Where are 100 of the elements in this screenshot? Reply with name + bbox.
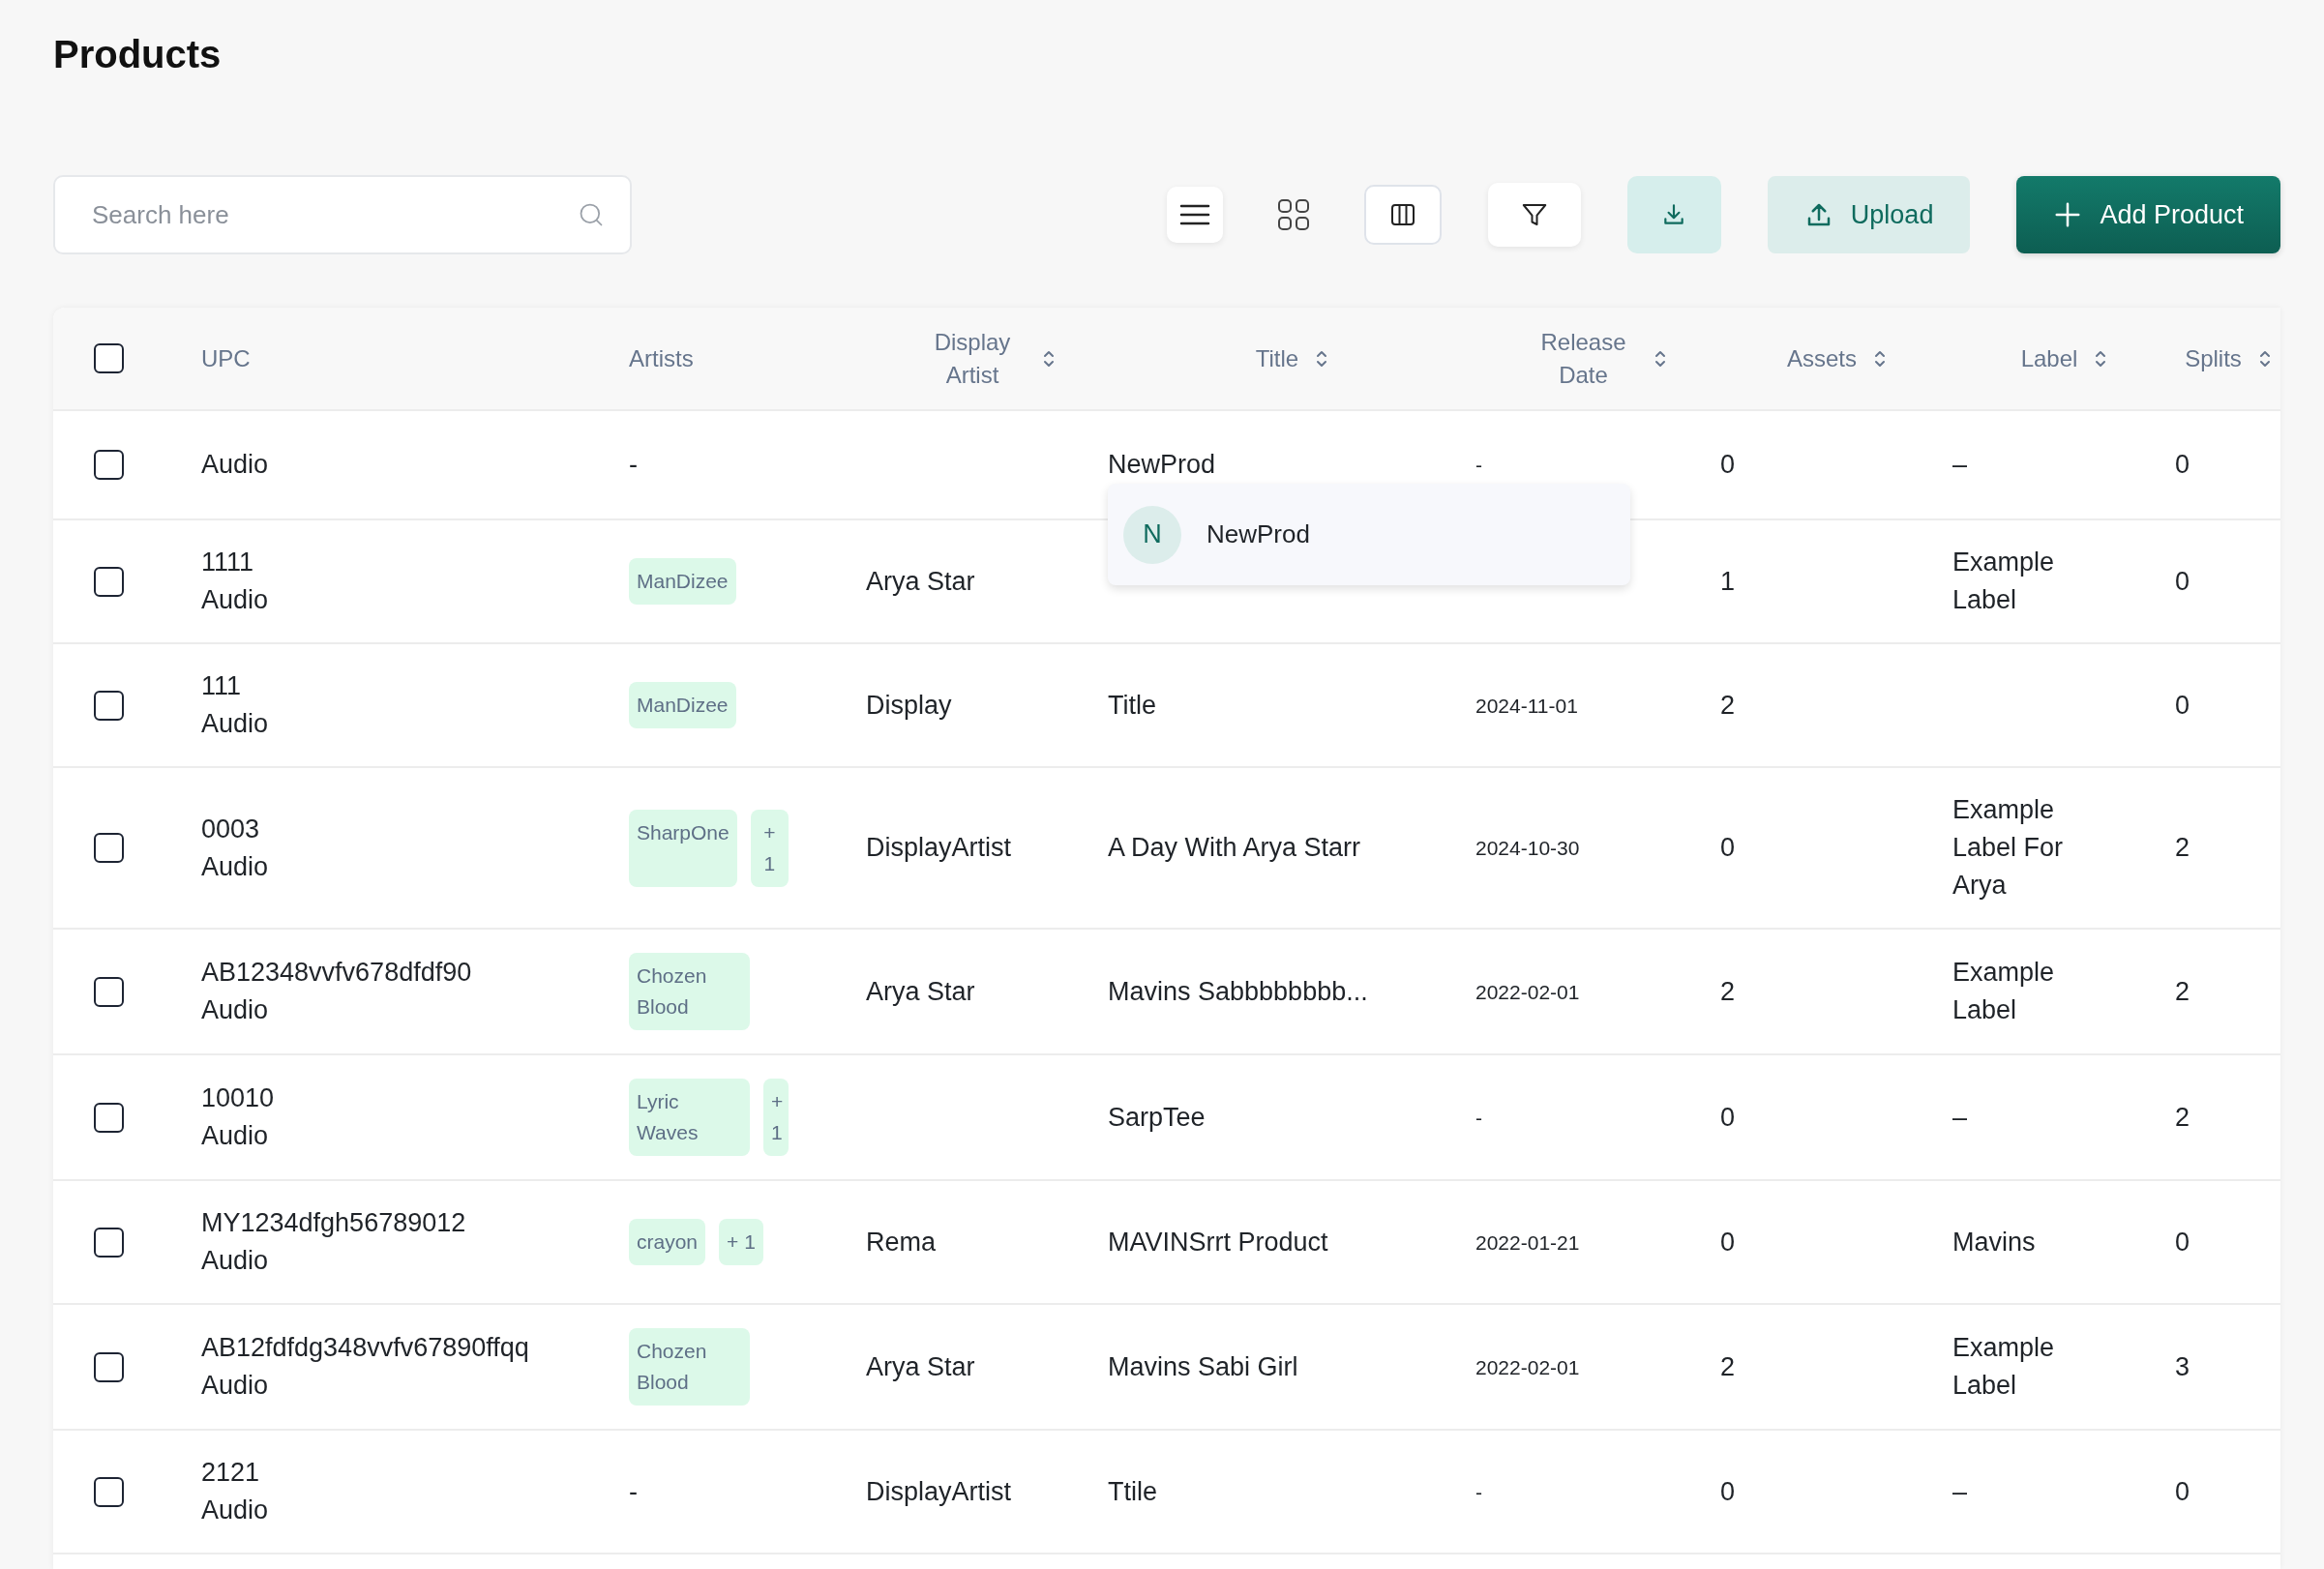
column-header: Assets — [1787, 343, 1857, 373]
table-cell-text: 2 — [2175, 975, 2191, 1008]
table-cell-text: 0 — [2175, 449, 2191, 481]
table-cell-text: Display — [866, 689, 953, 722]
column-header: Artists — [629, 343, 694, 373]
table-cell-text: – — [1952, 449, 1969, 481]
popup-text: NewProd — [1207, 519, 1310, 549]
artist-tag: Lyric Waves — [629, 1079, 750, 1156]
table-cell-text: 0 — [1720, 832, 1737, 864]
sort-icon[interactable] — [2095, 348, 2107, 369]
table-cell-text: Mavins — [1952, 1226, 2037, 1258]
table-cell-text: DisplayArtist — [866, 832, 1013, 864]
product-type: Audio — [201, 1370, 270, 1402]
table-cell-text: Example Label — [1952, 547, 2056, 616]
search-icon — [578, 201, 605, 228]
column-header: Display Artist — [933, 327, 1012, 390]
more-tag: + 1 — [763, 1079, 789, 1156]
more-tag: + 1 — [750, 809, 789, 887]
table-cell-text: Rema — [866, 1226, 938, 1258]
table-cell-text: 2 — [2175, 1101, 2191, 1134]
upc-text: AB12fdfdg348vvfv67890ffqq — [201, 1332, 530, 1364]
table-cell-text: Title — [1108, 689, 1157, 722]
table-cell-text: 2022-02-01 — [1475, 979, 1581, 1005]
more-tag: + 1 — [719, 1219, 763, 1265]
product-type: Audio — [201, 1120, 270, 1152]
table-cell-text: Arya Star — [866, 1350, 976, 1383]
product-type: Audio — [201, 584, 270, 616]
table-cell-text: DisplayArtist — [866, 1475, 1013, 1508]
table-cell-text: - — [1475, 1479, 1483, 1505]
artist-tag: Chozen Blood — [629, 953, 750, 1030]
columns-icon — [1389, 203, 1415, 226]
checkbox[interactable] — [94, 1227, 124, 1258]
search-field[interactable]: Search here — [53, 175, 632, 254]
column-header: Splits — [2185, 343, 2242, 373]
menu-icon — [1178, 203, 1210, 226]
checkbox[interactable] — [94, 566, 124, 597]
table-cell-text: 2024-11-01 — [1475, 693, 1579, 719]
table-cell-text: 3 — [2175, 1350, 2191, 1383]
checkbox[interactable] — [94, 833, 124, 863]
table-cell-text: A Day With Arya Starr — [1108, 832, 1362, 864]
table-cell-text: Example Label For Arya — [1952, 794, 2065, 902]
table-cell-text: 0 — [1720, 1475, 1737, 1508]
list-view-button[interactable] — [1166, 187, 1223, 243]
table-cell-text: Mavins Sabi Girl — [1108, 1350, 1299, 1383]
table-cell-text: Example Label — [1952, 1332, 2056, 1402]
columns-button[interactable] — [1363, 185, 1442, 245]
avatar: N — [1123, 505, 1181, 564]
upc-text: 2121 — [201, 1457, 261, 1489]
sort-icon[interactable] — [1043, 348, 1055, 369]
upload-button[interactable]: Upload — [1767, 176, 1971, 253]
checkbox[interactable] — [94, 976, 124, 1007]
checkbox[interactable] — [94, 343, 124, 373]
artist-tag: Chozen Blood — [629, 1328, 750, 1406]
artist-tag: crayon — [629, 1219, 706, 1265]
checkbox[interactable] — [94, 450, 124, 480]
filter-button[interactable] — [1487, 183, 1581, 247]
artist-tag: SharpOne — [629, 809, 737, 887]
column-header: Label — [2020, 343, 2078, 373]
sort-icon[interactable] — [1654, 348, 1666, 369]
table-cell-text: 2 — [1720, 975, 1737, 1008]
table-cell-text: 2 — [1720, 1350, 1737, 1383]
table-cell-text: 0 — [1720, 1101, 1737, 1134]
table-cell-text: Arya Star — [866, 565, 976, 598]
add-product-button[interactable]: Add Product — [2016, 176, 2280, 253]
table-cell-text: Ttile — [1108, 1475, 1158, 1508]
table-cell-text: 0 — [1720, 1226, 1737, 1258]
table-cell-text: 0 — [2175, 689, 2191, 722]
table-cell-text: MAVINSrrt Product — [1108, 1226, 1329, 1258]
page-title: Products — [53, 33, 223, 76]
table-cell-text: - — [629, 449, 639, 481]
checkbox[interactable] — [94, 1102, 124, 1133]
table-cell-text: 2024-10-30 — [1475, 836, 1581, 861]
table-cell-text: 0 — [2175, 565, 2191, 598]
table-cell-text: Arya Star — [866, 975, 976, 1008]
table-cell-text: 0 — [2175, 1226, 2191, 1258]
table-cell-text: 2022-02-01 — [1475, 1354, 1581, 1380]
table-cell-text: SarpTee — [1108, 1101, 1207, 1134]
table-cell-text: 0 — [1720, 449, 1737, 481]
checkbox[interactable] — [94, 1351, 124, 1382]
sort-icon[interactable] — [1316, 348, 1328, 369]
table-cell-text: 0 — [2175, 1475, 2191, 1508]
sort-icon[interactable] — [2258, 348, 2271, 369]
checkbox[interactable] — [94, 1476, 124, 1507]
column-header: UPC — [201, 343, 251, 373]
artist-tag: ManDizee — [629, 682, 736, 728]
checkbox[interactable] — [94, 690, 124, 721]
table-cell-text: – — [1952, 1101, 1969, 1134]
table-cell-text: NewProd — [1108, 449, 1217, 481]
suggestion-popup[interactable]: N NewProd — [1108, 484, 1630, 585]
product-type: Audio — [201, 449, 270, 481]
upc-text: 1111 — [201, 547, 255, 578]
upc-text: AB12348vvfv678dfdf90 — [201, 957, 473, 989]
artist-tag: ManDizee — [629, 558, 736, 605]
table-cell-text: 2 — [2175, 832, 2191, 864]
sort-icon[interactable] — [1874, 348, 1886, 369]
table-cell-text: 1 — [1720, 565, 1737, 598]
table-cell-text: – — [1952, 1475, 1969, 1508]
product-type: Audio — [201, 994, 270, 1026]
product-type: Audio — [201, 1245, 270, 1277]
column-header: Title — [1255, 343, 1299, 373]
